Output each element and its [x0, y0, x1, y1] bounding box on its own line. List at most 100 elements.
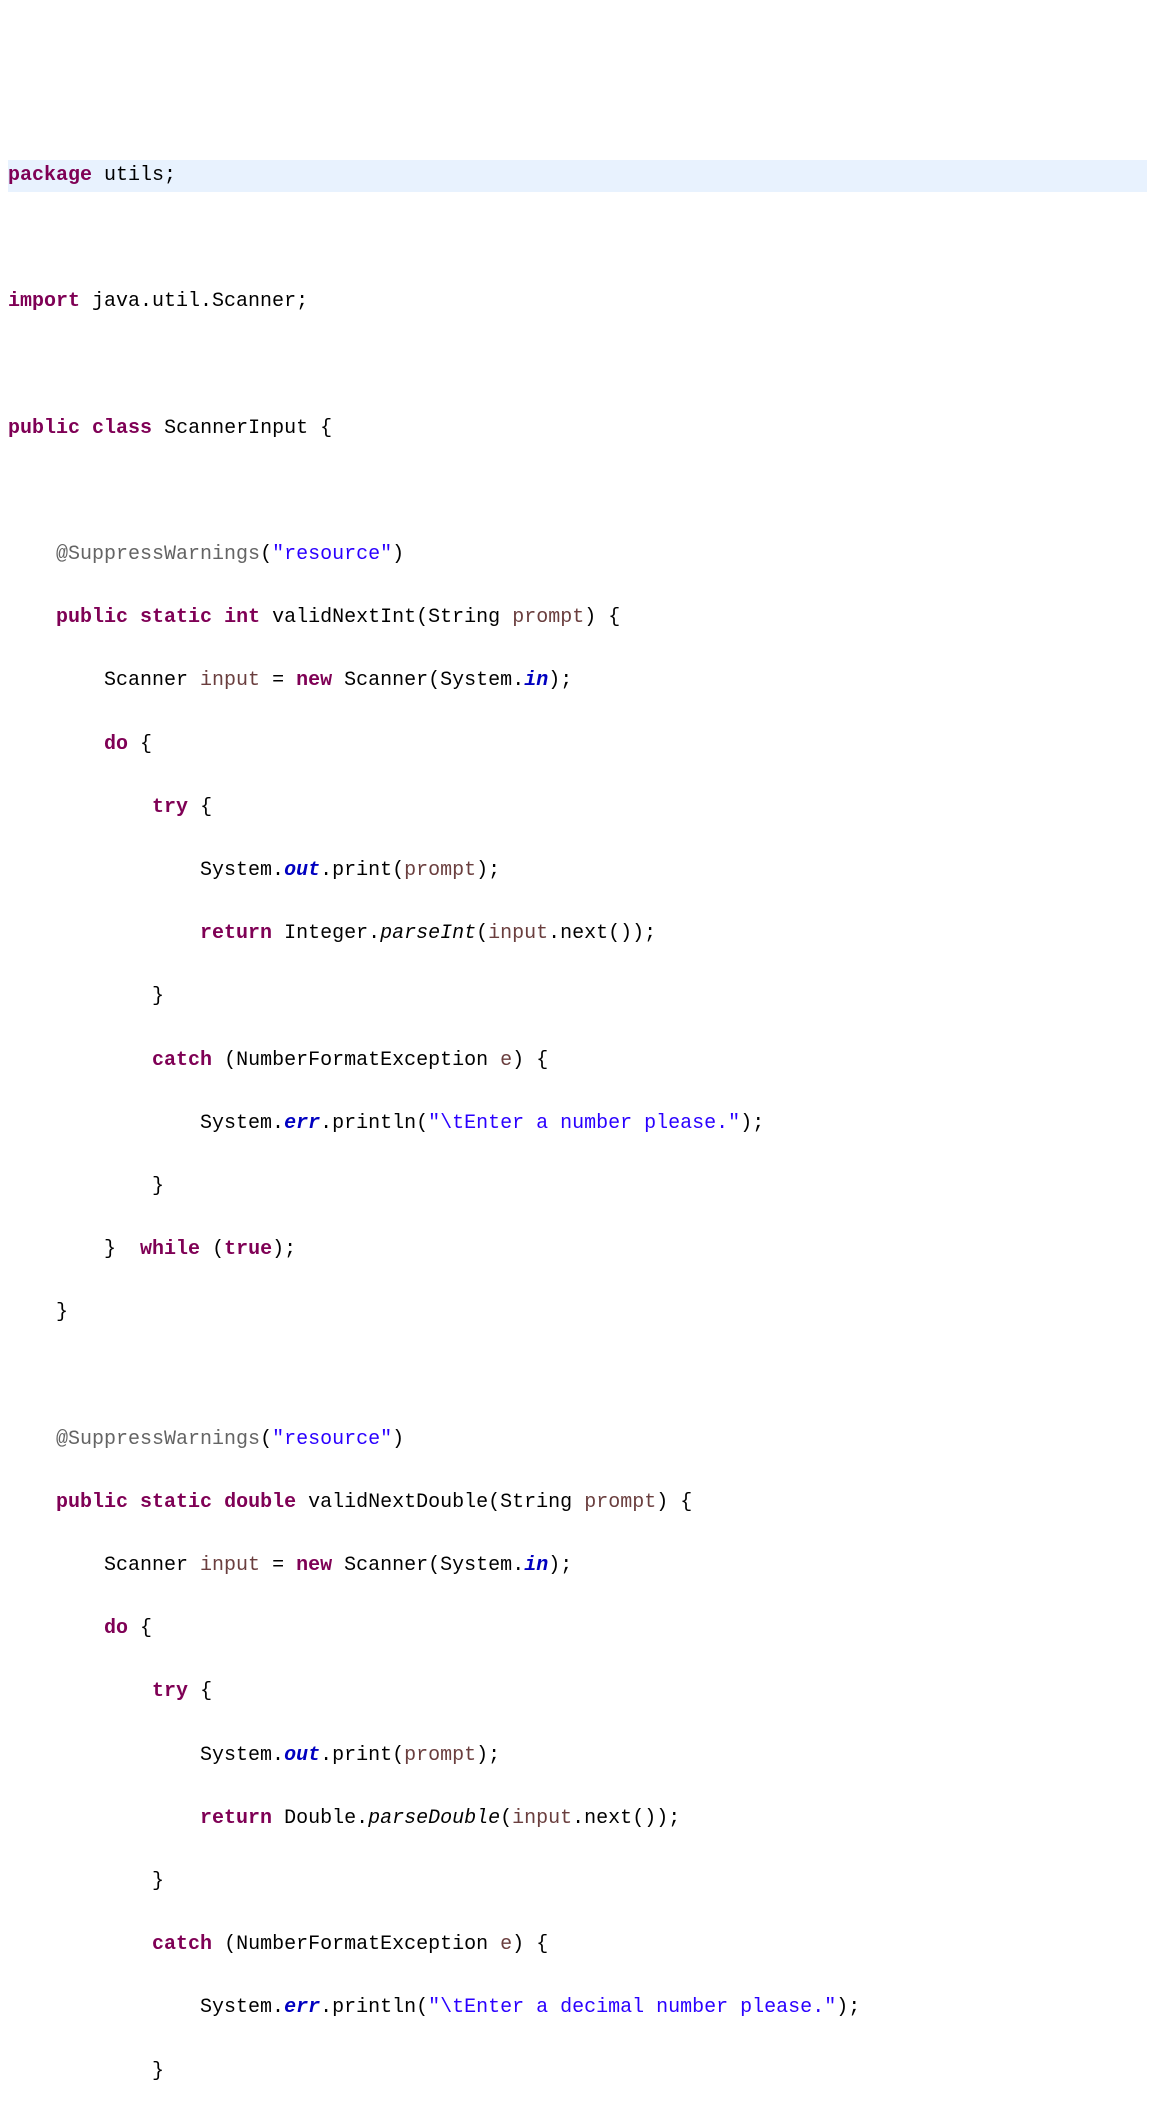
keyword-try: try [152, 1680, 188, 1703]
keyword-new: new [296, 1554, 332, 1577]
semicolon: ; [164, 164, 176, 187]
import-path: java.util.Scanner [92, 290, 296, 313]
method-print: print [332, 1744, 392, 1767]
keyword-package: package [8, 164, 92, 187]
string-literal: "resource" [272, 543, 392, 566]
field-in: in [524, 1554, 548, 1577]
type-nfe: NumberFormatException [236, 1049, 488, 1072]
code-line: } while (true); [8, 1234, 1147, 1266]
code-line: } [8, 1866, 1147, 1898]
field-err: err [284, 1996, 320, 2019]
type-system: System [200, 1112, 272, 1135]
method-parsedouble: parseDouble [368, 1807, 500, 1830]
param-prompt: prompt [404, 859, 476, 882]
code-line: try { [8, 792, 1147, 824]
method-name: validNextDouble [308, 1491, 488, 1514]
code-line: System.out.print(prompt); [8, 855, 1147, 887]
code-line: public static int validNextInt(String pr… [8, 602, 1147, 634]
keyword-static: static [140, 606, 212, 629]
code-line: } while (true); [8, 2119, 1147, 2120]
method-next: next [560, 922, 608, 945]
keyword-return: return [200, 922, 272, 945]
code-line [8, 350, 1147, 382]
code-line: Scanner input = new Scanner(System.in); [8, 1550, 1147, 1582]
var-input: input [488, 922, 548, 945]
type-nfe: NumberFormatException [236, 1933, 488, 1956]
code-line: catch (NumberFormatException e) { [8, 1045, 1147, 1077]
code-line: } [8, 1171, 1147, 1203]
keyword-int: int [224, 606, 260, 629]
var-input: input [200, 1554, 260, 1577]
type-string: String [428, 606, 500, 629]
string-literal: "resource" [272, 1428, 392, 1451]
type-integer: Integer [284, 922, 368, 945]
keyword-static: static [140, 1491, 212, 1514]
keyword-return: return [200, 1807, 272, 1830]
type-system: System [200, 1996, 272, 2019]
code-line: Scanner input = new Scanner(System.in); [8, 665, 1147, 697]
keyword-import: import [8, 290, 80, 313]
code-line: public class ScannerInput { [8, 413, 1147, 445]
type-system: System [440, 1554, 512, 1577]
code-line: @SuppressWarnings("resource") [8, 539, 1147, 571]
method-next: next [584, 1807, 632, 1830]
code-line: public static double validNextDouble(Str… [8, 1487, 1147, 1519]
paren-open: ( [260, 543, 272, 566]
method-parseint: parseInt [380, 922, 476, 945]
var-input: input [200, 669, 260, 692]
code-line: do { [8, 1613, 1147, 1645]
annotation: @SuppressWarnings [56, 1428, 260, 1451]
param-prompt: prompt [584, 1491, 656, 1514]
keyword-double: double [224, 1491, 296, 1514]
code-line [8, 476, 1147, 508]
code-line [8, 223, 1147, 255]
code-line: @SuppressWarnings("resource") [8, 1424, 1147, 1456]
keyword-public: public [56, 606, 128, 629]
var-e: e [500, 1933, 512, 1956]
keyword-do: do [104, 733, 128, 756]
code-line: try { [8, 1676, 1147, 1708]
keyword-try: try [152, 796, 188, 819]
code-line: } [8, 2056, 1147, 2088]
field-out: out [284, 859, 320, 882]
var-input: input [512, 1807, 572, 1830]
keyword-catch: catch [152, 1933, 212, 1956]
string-literal: "\tEnter a decimal number please." [428, 1996, 836, 2019]
keyword-while: while [140, 1238, 200, 1261]
var-e: e [500, 1049, 512, 1072]
type-system: System [200, 1744, 272, 1767]
code-line: return Double.parseDouble(input.next()); [8, 1803, 1147, 1835]
type-double: Double [284, 1807, 356, 1830]
type-string: String [500, 1491, 572, 1514]
type-scanner: Scanner [344, 669, 428, 692]
type-scanner: Scanner [104, 1554, 188, 1577]
keyword-do: do [104, 1617, 128, 1640]
param-prompt: prompt [404, 1744, 476, 1767]
field-out: out [284, 1744, 320, 1767]
type-system: System [200, 859, 272, 882]
code-line: System.err.println("\tEnter a decimal nu… [8, 1992, 1147, 2024]
method-println: println [332, 1112, 416, 1135]
type-system: System [440, 669, 512, 692]
method-print: print [332, 859, 392, 882]
code-line: System.err.println("\tEnter a number ple… [8, 1108, 1147, 1140]
package-name: utils [104, 164, 164, 187]
string-literal: "\tEnter a number please." [428, 1112, 740, 1135]
open-brace: { [320, 417, 332, 440]
code-line: catch (NumberFormatException e) { [8, 1929, 1147, 1961]
code-line: import java.util.Scanner; [8, 286, 1147, 318]
keyword-public: public [8, 417, 80, 440]
class-name: ScannerInput [164, 417, 308, 440]
field-in: in [524, 669, 548, 692]
code-line: do { [8, 729, 1147, 761]
method-println: println [332, 1996, 416, 2019]
type-scanner: Scanner [104, 669, 188, 692]
keyword-class: class [92, 417, 152, 440]
field-err: err [284, 1112, 320, 1135]
code-editor[interactable]: package utils; import java.util.Scanner;… [0, 126, 1155, 2120]
code-line: System.out.print(prompt); [8, 1740, 1147, 1772]
code-line [8, 1361, 1147, 1393]
param-prompt: prompt [512, 606, 584, 629]
keyword-catch: catch [152, 1049, 212, 1072]
code-line: } [8, 1297, 1147, 1329]
